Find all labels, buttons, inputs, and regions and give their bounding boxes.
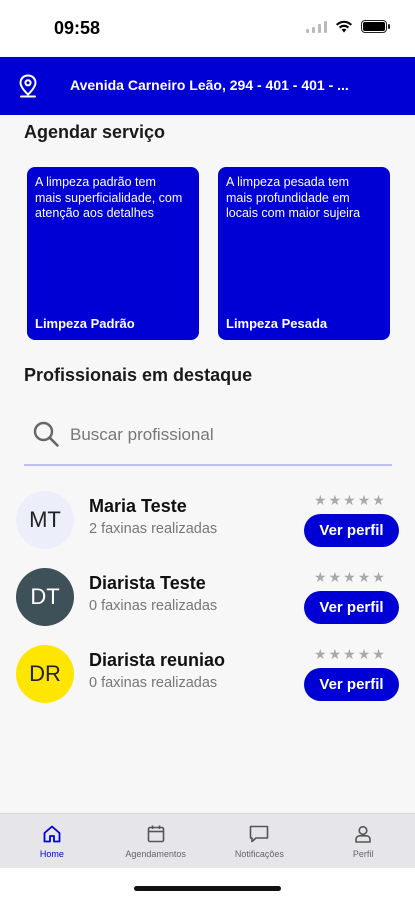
service-card-standard-cleaning[interactable]: A limpeza padrão tem mais superficialida… [27,167,199,340]
star-icon: ★ [343,492,356,508]
home-indicator[interactable] [134,886,281,891]
view-profile-button[interactable]: Ver perfil [304,514,399,547]
star-icon: ★ [328,569,342,585]
service-card-title: Limpeza Padrão [35,316,135,331]
tab-label: Home [39,849,64,859]
cellular-signal-icon [306,20,327,33]
home-indicator-area [0,868,415,900]
view-profile-button[interactable]: Ver perfil [304,668,399,701]
professional-cleanings-count: 2 faxinas realizadas [89,521,218,537]
avatar: DT [16,568,74,626]
calendar-icon [147,825,164,843]
tab-label: Perfil [352,849,374,859]
rating-stars: ★ ★ ★ ★ ★ [314,646,385,663]
avatar: DR [16,645,74,703]
tab-appointments[interactable]: Agendamentos [104,814,208,868]
battery-icon [361,20,390,33]
location-pin-icon [19,74,37,98]
professional-row: MT Maria Teste 2 faxinas realizadas ★ ★ ★ ★… [0,491,415,561]
professional-cleanings-count: 0 faxinas realizadas [89,598,218,614]
professional-cleanings-count: 0 faxinas realizadas [89,675,218,691]
address-bar[interactable]: Avenida Carneiro Leão, 294 - 401 - 401 -… [0,57,415,115]
professional-row: DR Diarista reuniao 0 faxinas realizadas… [0,645,415,715]
wifi-icon [336,20,352,33]
tab-notifications[interactable]: Notificações [208,814,312,868]
service-card-description: A limpeza padrão tem mais superficialida… [35,175,183,220]
view-profile-button[interactable]: Ver perfil [304,591,399,624]
professional-name: Diarista Teste [89,573,206,593]
star-icon: ★ [328,646,342,662]
tab-label: Agendamentos [125,849,186,859]
star-icon: ★ [372,569,385,585]
rating-stars: ★ ★ ★ ★ ★ [314,492,385,509]
star-icon: ★ [372,646,385,662]
search-icon [33,421,59,447]
bottom-tab-bar: Home Agendamentos Notificações Perfil [0,813,415,868]
featured-section-title: Profissionais em destaque [24,365,253,385]
service-card-heavy-cleaning[interactable]: A limpeza pesada tem mais profundidade e… [218,167,390,340]
star-icon: ★ [314,646,327,662]
tab-profile[interactable]: Perfil [311,814,415,868]
service-card-description: A limpeza pesada tem mais profundidade e… [226,175,361,220]
star-icon: ★ [357,569,371,585]
professional-name: Diarista reuniao [89,650,226,670]
star-icon: ★ [372,492,385,508]
star-icon: ★ [314,492,327,508]
address-text[interactable]: Avenida Carneiro Leão, 294 - 401 - 401 -… [70,77,395,93]
star-icon: ★ [357,492,371,508]
home-icon [43,825,61,843]
star-icon: ★ [343,646,356,662]
schedule-section-title: Agendar serviço [24,122,166,142]
status-bar: 09:58 [0,0,415,56]
status-icons [306,20,390,33]
search-bar [24,410,392,466]
avatar: MT [16,491,74,549]
chat-icon [250,825,269,843]
search-input[interactable] [70,422,370,448]
star-icon: ★ [357,646,371,662]
rating-stars: ★ ★ ★ ★ ★ [314,569,385,586]
professional-row: DT Diarista Teste 0 faxinas realizadas ★… [0,568,415,638]
star-icon: ★ [328,492,342,508]
user-icon [355,825,371,843]
professional-name: Maria Teste [89,496,187,516]
tab-label: Notificações [234,849,284,859]
service-card-title: Limpeza Pesada [226,316,328,331]
status-time: 09:58 [54,18,101,38]
star-icon: ★ [343,569,356,585]
tab-home[interactable]: Home [0,814,104,868]
star-icon: ★ [314,569,327,585]
